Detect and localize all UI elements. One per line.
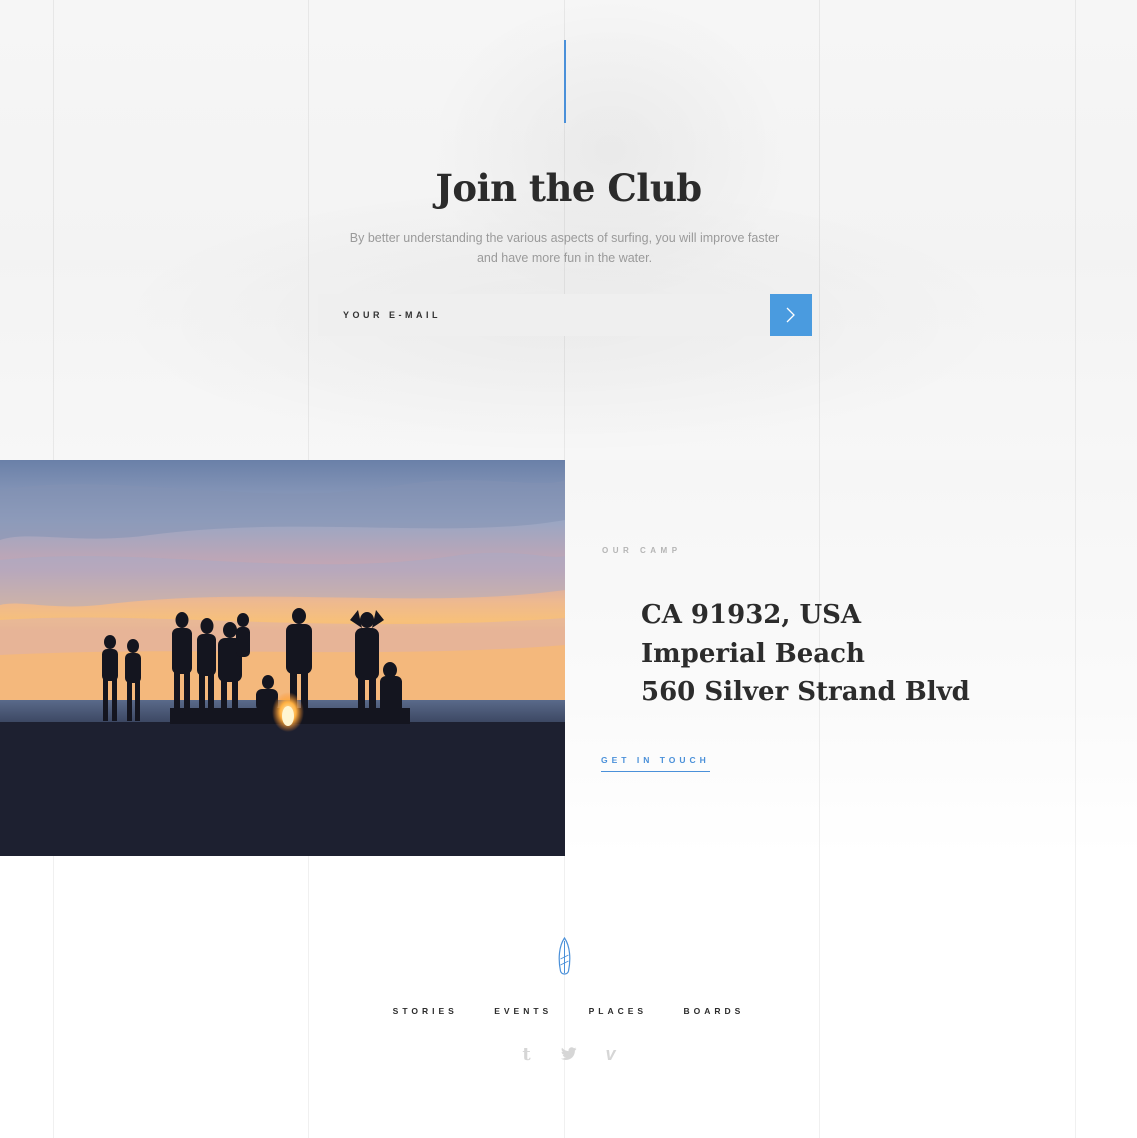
address-line: Imperial Beach [641,638,865,669]
twitter-icon[interactable] [559,1044,579,1064]
accent-divider [564,40,566,123]
address-line: CA 91932, USA [641,600,862,630]
footer-nav-places[interactable]: PLACES [589,1006,647,1016]
beach-sunset-image [0,460,565,856]
surfboard-icon[interactable] [556,937,573,977]
vimeo-icon[interactable]: v [601,1044,621,1064]
footer-nav-events[interactable]: EVENTS [494,1006,552,1016]
subscribe-button[interactable] [770,294,812,336]
email-field[interactable] [343,310,770,320]
twitter-bird-icon [560,1047,576,1060]
footer-nav-boards[interactable]: BOARDS [683,1006,744,1016]
camp-address: CA 91932, USA Imperial Beach 560 Silver … [641,596,970,712]
chevron-right-icon [786,307,795,323]
newsletter-subtitle: By better understanding the various aspe… [318,228,811,268]
tumblr-icon[interactable]: t [517,1044,537,1065]
campfire-photo [0,460,565,856]
address-line: 560 Silver Strand Blvd [641,677,970,707]
subtitle-line: and have more fun in the water. [476,251,653,265]
subtitle-line: By better understanding the various aspe… [349,231,780,245]
social-links: t v [0,1044,1137,1065]
newsletter-title: Join the Club [435,166,702,210]
email-field-container [318,294,770,336]
camp-label: OUR CAMP [602,546,682,555]
footer-nav: STORIES EVENTS PLACES BOARDS [0,1006,1137,1016]
footer-nav-stories[interactable]: STORIES [393,1006,458,1016]
get-in-touch-link[interactable]: GET IN TOUCH [601,755,710,772]
